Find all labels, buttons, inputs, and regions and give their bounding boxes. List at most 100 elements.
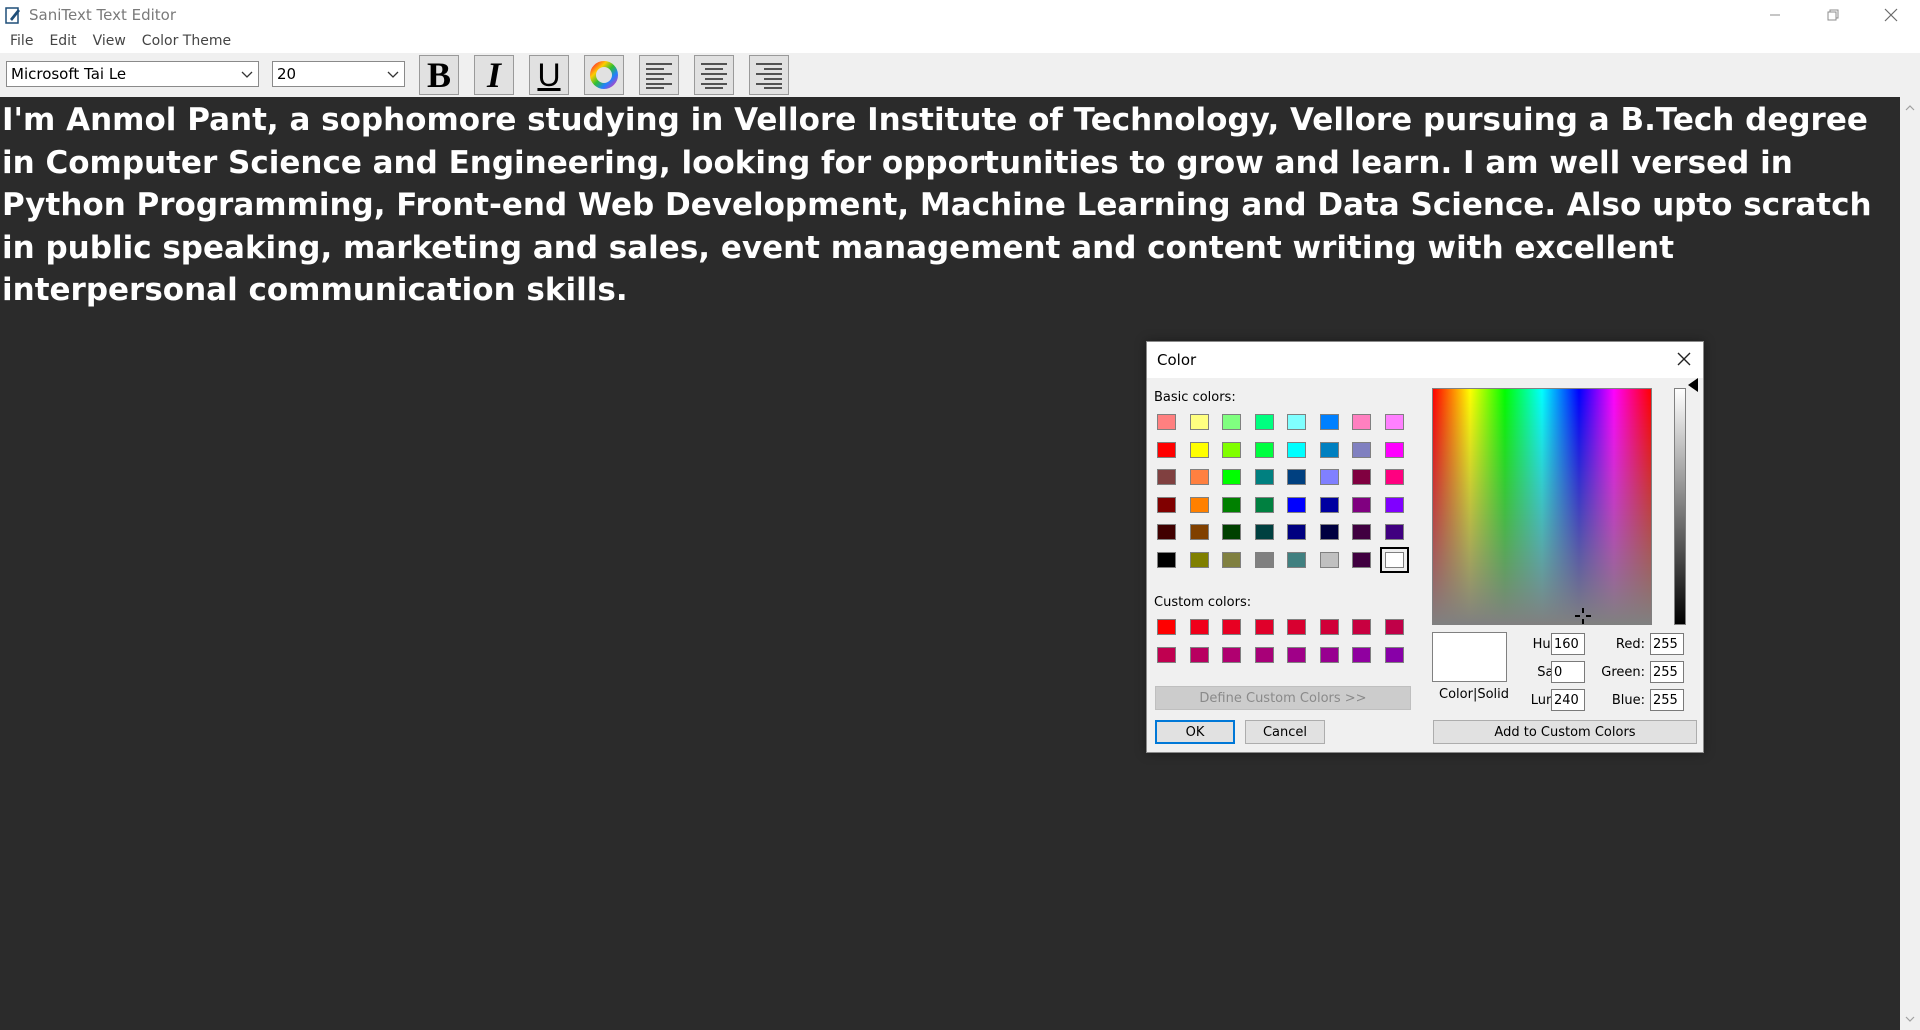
custom-color-swatch[interactable] (1352, 646, 1371, 663)
basic-color-swatch[interactable] (1319, 524, 1339, 540)
basic-color-swatch[interactable] (1222, 551, 1241, 568)
italic-button[interactable]: I (474, 55, 514, 95)
basic-color-swatch[interactable] (1189, 469, 1209, 485)
basic-color-swatch[interactable] (1189, 524, 1209, 540)
basic-color-swatch[interactable] (1352, 551, 1371, 568)
align-center-button[interactable] (694, 55, 734, 95)
custom-color-swatch[interactable] (1384, 619, 1404, 635)
underline-button[interactable]: U (529, 55, 569, 95)
basic-color-swatch[interactable] (1189, 414, 1209, 430)
basic-color-swatch[interactable] (1287, 441, 1306, 458)
basic-color-swatch[interactable] (1254, 524, 1274, 540)
close-button[interactable] (1862, 0, 1920, 29)
luminance-arrow-icon[interactable] (1688, 378, 1698, 392)
luminance-bar[interactable] (1674, 388, 1686, 625)
basic-color-swatch[interactable] (1254, 414, 1274, 430)
text-color-button[interactable] (584, 55, 624, 95)
custom-color-swatch[interactable] (1189, 619, 1209, 635)
custom-color-swatch[interactable] (1254, 646, 1274, 663)
basic-color-swatch[interactable] (1254, 496, 1274, 513)
basic-color-swatch[interactable] (1222, 441, 1241, 458)
font-family-select[interactable]: Microsoft Tai Le (6, 61, 259, 87)
menu-edit[interactable]: Edit (41, 33, 84, 49)
align-right-button[interactable] (749, 55, 789, 95)
custom-color-swatch[interactable] (1287, 619, 1306, 635)
custom-color-swatch[interactable] (1189, 646, 1209, 663)
basic-color-swatch[interactable] (1254, 441, 1274, 458)
custom-color-swatch[interactable] (1222, 646, 1241, 663)
basic-color-swatch[interactable] (1157, 551, 1176, 568)
minimize-button[interactable] (1746, 0, 1804, 29)
basic-color-swatch[interactable] (1384, 414, 1404, 430)
add-to-custom-colors-button[interactable]: Add to Custom Colors (1433, 720, 1697, 744)
align-right-icon (756, 63, 782, 89)
lum-input[interactable]: 240 (1551, 689, 1585, 711)
basic-color-swatch[interactable] (1352, 496, 1371, 513)
basic-color-swatch[interactable] (1157, 524, 1176, 540)
ok-button[interactable]: OK (1155, 720, 1235, 744)
basic-color-swatch[interactable] (1287, 551, 1306, 568)
blue-input[interactable]: 255 (1650, 689, 1684, 711)
custom-color-swatch[interactable] (1384, 646, 1404, 663)
basic-color-swatch[interactable] (1287, 524, 1306, 540)
basic-color-swatch[interactable] (1157, 414, 1176, 430)
basic-color-swatch[interactable] (1384, 441, 1404, 458)
cancel-button[interactable]: Cancel (1245, 720, 1325, 744)
menu-color-theme[interactable]: Color Theme (134, 33, 239, 49)
basic-color-swatch[interactable] (1384, 469, 1404, 485)
restore-button[interactable] (1804, 0, 1862, 29)
basic-color-swatch[interactable] (1319, 469, 1339, 485)
basic-color-swatch[interactable] (1352, 524, 1371, 540)
align-left-button[interactable] (639, 55, 679, 95)
basic-color-swatch[interactable] (1319, 551, 1339, 568)
basic-color-swatch[interactable] (1157, 469, 1176, 485)
blue-label: Blue: (1611, 693, 1645, 708)
define-custom-colors-button[interactable]: Define Custom Colors >> (1155, 686, 1411, 710)
basic-color-swatch[interactable] (1352, 469, 1371, 485)
custom-color-swatch[interactable] (1352, 619, 1371, 635)
sat-input[interactable]: 0 (1551, 661, 1585, 683)
basic-color-swatch[interactable] (1222, 496, 1241, 513)
basic-color-swatch[interactable] (1189, 496, 1209, 513)
basic-color-swatch[interactable] (1222, 524, 1241, 540)
custom-color-swatch[interactable] (1319, 646, 1339, 663)
custom-color-swatch[interactable] (1157, 619, 1176, 635)
custom-color-swatch[interactable] (1157, 646, 1176, 663)
basic-color-swatch[interactable] (1379, 546, 1409, 573)
basic-color-swatch[interactable] (1352, 441, 1371, 458)
custom-color-swatch[interactable] (1222, 619, 1241, 635)
basic-color-swatch[interactable] (1189, 441, 1209, 458)
menu-view[interactable]: View (85, 33, 134, 49)
basic-color-swatch[interactable] (1189, 551, 1209, 568)
basic-color-swatch[interactable] (1287, 469, 1306, 485)
green-input[interactable]: 255 (1650, 661, 1684, 683)
scroll-down-icon[interactable] (1905, 1014, 1915, 1024)
basic-color-swatch[interactable] (1319, 414, 1339, 430)
basic-color-swatch[interactable] (1222, 469, 1241, 485)
basic-color-swatch[interactable] (1384, 496, 1404, 513)
basic-color-swatch[interactable] (1384, 524, 1404, 540)
font-size-select[interactable]: 20 (272, 61, 405, 87)
red-input[interactable]: 255 (1650, 633, 1684, 655)
basic-color-swatch[interactable] (1254, 469, 1274, 485)
basic-color-swatch[interactable] (1352, 414, 1371, 430)
custom-color-swatch[interactable] (1254, 619, 1274, 635)
basic-color-swatch[interactable] (1319, 441, 1339, 458)
basic-color-swatch[interactable] (1319, 496, 1339, 513)
custom-color-swatch[interactable] (1287, 646, 1306, 663)
menu-file[interactable]: File (2, 33, 41, 49)
basic-color-swatch[interactable] (1157, 496, 1176, 513)
basic-color-swatch[interactable] (1254, 551, 1274, 568)
editor-content[interactable]: I'm Anmol Pant, a sophomore studying in … (2, 99, 1882, 312)
custom-color-swatch[interactable] (1319, 619, 1339, 635)
basic-color-swatch[interactable] (1287, 496, 1306, 513)
vertical-scrollbar[interactable] (1900, 97, 1920, 1030)
basic-color-swatch[interactable] (1287, 414, 1306, 430)
close-icon[interactable] (1673, 348, 1695, 370)
scroll-up-icon[interactable] (1905, 103, 1915, 113)
basic-color-swatch[interactable] (1222, 414, 1241, 430)
color-spectrum[interactable] (1432, 388, 1652, 625)
basic-color-swatch[interactable] (1157, 441, 1176, 458)
hue-input[interactable]: 160 (1551, 633, 1585, 655)
bold-button[interactable]: B (419, 55, 459, 95)
